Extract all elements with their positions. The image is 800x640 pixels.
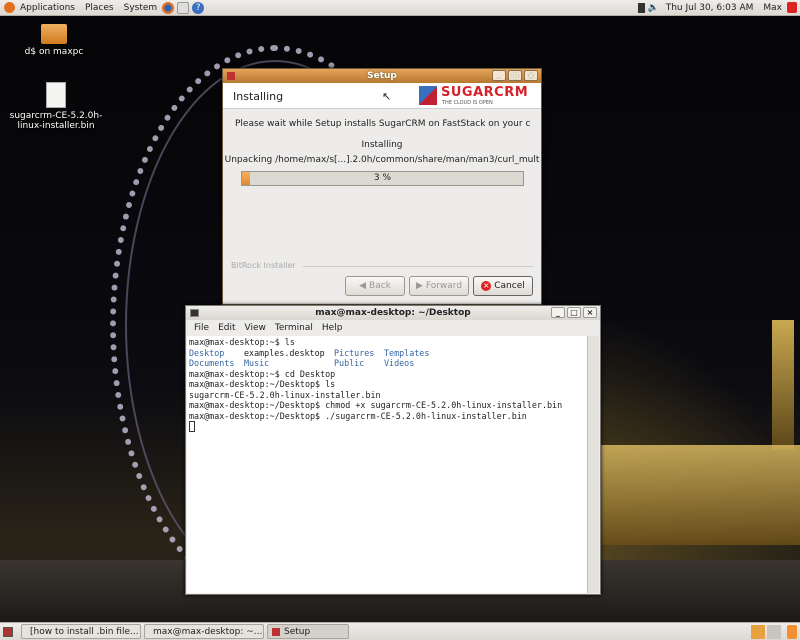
progress-label: 3 % <box>373 173 392 183</box>
terminal-output[interactable]: max@max-desktop:~$ ls Desktop examples.des… <box>187 336 587 593</box>
back-label: Back <box>369 281 391 291</box>
back-button[interactable]: ◀ Back <box>345 276 405 296</box>
progress-bar: 3 % <box>241 171 524 186</box>
sugarcrm-cube-icon <box>419 86 437 105</box>
menu-help[interactable]: Help <box>322 323 343 333</box>
terminal-title-bar[interactable]: max@max-desktop: ~/Desktop _ □ × <box>186 306 600 320</box>
terminal-scrollbar[interactable] <box>587 336 599 593</box>
terminal-line: sugarcrm-CE-5.2.0h-linux-installer.bin <box>189 389 381 400</box>
desktop-icon-installer[interactable]: sugarcrm-CE-5.2.0h-linux-installer.bin <box>8 82 104 131</box>
user-name[interactable]: Max <box>758 3 787 13</box>
terminal-line: max@max-desktop:~$ cd Desktop <box>189 368 336 379</box>
terminal-cursor <box>189 421 195 432</box>
terminal-icon <box>190 309 199 317</box>
app-icon <box>227 72 235 80</box>
menu-system[interactable]: System <box>119 3 163 13</box>
firefox-icon[interactable] <box>162 1 175 14</box>
setup-icon <box>272 627 280 636</box>
menu-edit[interactable]: Edit <box>218 323 235 333</box>
cancel-label: Cancel <box>494 281 525 291</box>
setup-title-bar[interactable]: Setup _ □ × <box>223 69 541 83</box>
terminal-line: max@max-desktop:~/Desktop$ chmod +x suga… <box>189 400 563 410</box>
terminal-line: max@max-desktop:~/Desktop$ ls <box>189 379 336 389</box>
desktop-icon-label: sugarcrm-CE-5.2.0h-linux-installer.bin <box>9 111 103 131</box>
window-title: max@max-desktop: ~/Desktop <box>315 308 471 318</box>
minimize-button[interactable]: _ <box>551 307 565 318</box>
cancel-button[interactable]: × Cancel <box>473 276 533 296</box>
task-label: max@max-desktop: ~... <box>153 626 263 637</box>
terminal-line: max@max-desktop:~/Desktop$ ./sugarcrm-CE… <box>189 410 527 421</box>
ubuntu-logo-icon[interactable] <box>4 2 15 13</box>
terminal-window: max@max-desktop: ~/Desktop _ □ × File Edit… <box>185 305 601 595</box>
show-desktop-icon[interactable] <box>3 626 13 637</box>
setup-window: Setup _ □ × Installing SUGARCRM THE CLOUD … <box>222 68 542 305</box>
wallpaper-building <box>600 445 800 545</box>
file-icon <box>46 82 66 108</box>
mouse-cursor: ↖ <box>382 90 392 103</box>
clock[interactable]: Thu Jul 30, 6:03 AM <box>661 3 759 13</box>
forward-button[interactable]: ▶ Forward <box>409 276 469 296</box>
task-label: [how to install .bin file... <box>30 626 139 637</box>
shutdown-icon[interactable] <box>787 2 797 13</box>
top-panel: Applications Places System ? 🔈 Thu Jul 3… <box>0 0 800 16</box>
menu-file[interactable]: File <box>194 323 209 333</box>
folder-icon <box>41 24 67 44</box>
cancel-icon: × <box>481 281 492 291</box>
network-icon[interactable] <box>637 2 645 13</box>
header-title: Installing <box>233 90 284 103</box>
terminal-line: Documents Music Public Videos <box>189 358 415 368</box>
terminal-menubar: File Edit View Terminal Help <box>186 320 600 335</box>
maximize-button[interactable]: □ <box>567 307 581 318</box>
desktop-icon-label: d$ on maxpc <box>24 47 84 57</box>
task-label: Setup <box>284 626 311 637</box>
desktop-icon-share[interactable]: d$ on maxpc <box>9 24 99 57</box>
volume-icon[interactable]: 🔈 <box>648 3 659 13</box>
menu-terminal[interactable]: Terminal <box>275 323 313 333</box>
setup-status: Installing <box>361 140 403 150</box>
help-icon[interactable]: ? <box>192 1 205 14</box>
bottom-panel: [how to install .bin file... max@max-des… <box>0 622 800 640</box>
maximize-button[interactable]: □ <box>508 70 522 81</box>
menu-applications[interactable]: Applications <box>15 3 80 13</box>
task-terminal[interactable]: max@max-desktop: ~... <box>144 624 264 639</box>
setup-detail: Unpacking /home/max/s[...].2.0h/common/s… <box>224 155 540 165</box>
minimize-button[interactable]: _ <box>492 70 506 81</box>
bitrock-label: BitRock Installer <box>231 261 296 270</box>
menu-places[interactable]: Places <box>80 3 119 13</box>
workspace-1[interactable] <box>751 624 765 639</box>
menu-view[interactable]: View <box>245 323 266 333</box>
logo-tagline: THE CLOUD IS OPEN <box>442 100 493 106</box>
terminal-line: max@max-desktop:~$ ls <box>189 337 295 347</box>
workspace-2[interactable] <box>767 624 781 639</box>
wallpaper-tower <box>772 320 794 450</box>
close-button[interactable]: × <box>583 307 597 318</box>
forward-arrow-icon: ▶ <box>415 281 423 291</box>
task-browser[interactable]: [how to install .bin file... <box>21 624 141 639</box>
forward-label: Forward <box>425 281 463 291</box>
window-title: Setup <box>367 71 397 81</box>
trash-icon[interactable] <box>787 624 797 639</box>
terminal-line: Desktop examples.desktop Pictures Templates <box>189 347 430 358</box>
task-setup[interactable]: Setup <box>267 624 349 639</box>
sugarcrm-logo: SUGARCRM <box>441 85 529 100</box>
mail-icon[interactable] <box>177 1 190 14</box>
setup-message: Please wait while Setup installs SugarCR… <box>235 119 531 129</box>
close-button[interactable]: × <box>524 70 538 81</box>
back-arrow-icon: ◀ <box>359 281 367 291</box>
